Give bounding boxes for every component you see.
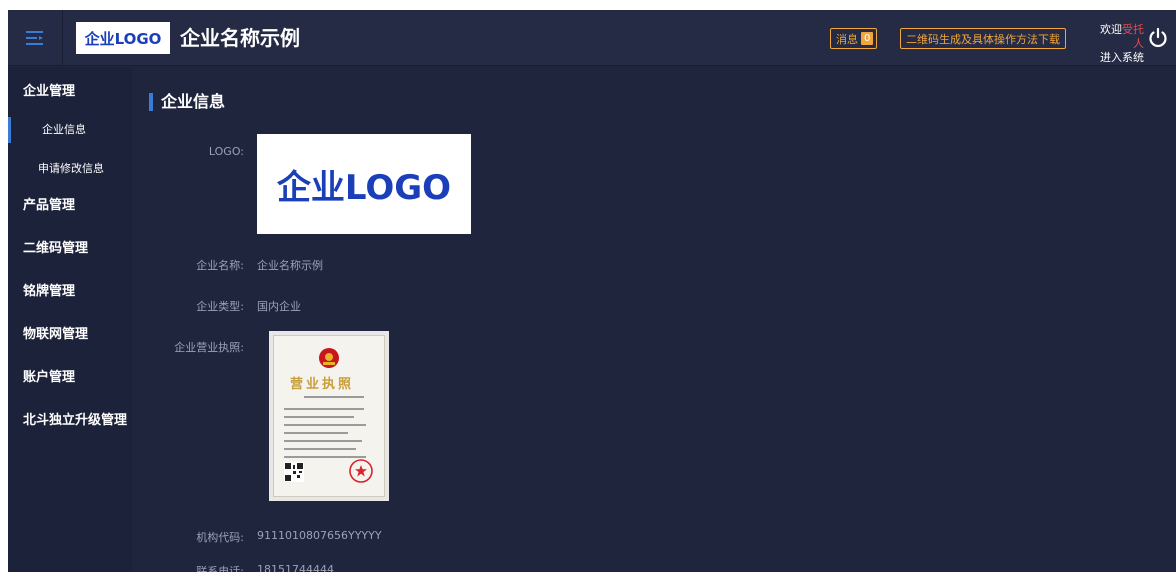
power-icon[interactable] <box>1147 27 1169 49</box>
business-license-image[interactable]: 营业执照 <box>269 331 389 501</box>
page-title: 企业信息 <box>161 92 226 111</box>
company-logo-image: 企业LOGO <box>257 134 471 234</box>
sidebar: 企业管理 企业信息 申请修改信息 产品管理 二维码管理 铭牌管理 物联网管理 账… <box>8 67 132 572</box>
phone-label: 联系电话: <box>196 565 244 572</box>
menu-collapse-icon <box>26 31 43 45</box>
company-type-value: 国内企业 <box>257 300 301 313</box>
section-accent-bar <box>149 93 153 111</box>
sidebar-section-account[interactable]: 账户管理 <box>23 366 75 385</box>
top-header: 企业LOGO 企业名称示例 消息 0 二维码生成及具体操作方法下载 欢迎受托人 … <box>8 10 1176 66</box>
license-document: 营业执照 <box>273 335 385 497</box>
org-code-value: 9111010807656YYYYY <box>257 529 382 542</box>
messages-count-badge: 0 <box>861 32 874 45</box>
sidebar-item-label: 申请修改信息 <box>38 162 104 175</box>
enter-system-link[interactable]: 进入系统 <box>1092 51 1144 65</box>
business-license-label: 企业营业执照: <box>174 341 244 354</box>
welcome-prefix: 欢迎 <box>1100 23 1122 36</box>
messages-button[interactable]: 消息 0 <box>830 28 878 49</box>
official-seal-icon <box>349 459 373 483</box>
company-name-value: 企业名称示例 <box>257 259 323 272</box>
company-type-label: 企业类型: <box>196 300 244 313</box>
welcome-text: 欢迎受托人 进入系统 <box>1092 23 1144 65</box>
header-logo: 企业LOGO <box>76 22 170 54</box>
logo-label: LOGO: <box>208 145 244 158</box>
company-name-label: 企业名称: <box>196 259 244 272</box>
messages-label: 消息 <box>836 32 858 46</box>
national-emblem-icon <box>319 348 339 368</box>
company-name-title: 企业名称示例 <box>180 26 300 50</box>
license-qr-code-icon <box>284 462 304 482</box>
sidebar-section-enterprise[interactable]: 企业管理 <box>23 80 75 99</box>
sidebar-section-nameplate[interactable]: 铭牌管理 <box>23 280 75 299</box>
main-content: 企业信息 LOGO: 企业LOGO 企业名称: 企业名称示例 企业类型: 国内企… <box>132 67 1176 572</box>
app-frame: 企业LOGO 企业名称示例 消息 0 二维码生成及具体操作方法下载 欢迎受托人 … <box>8 10 1176 572</box>
phone-value: 18151744444 <box>257 563 334 572</box>
sidebar-section-beidou-upgrade[interactable]: 北斗独立升级管理 <box>23 409 127 428</box>
qr-guide-download-button[interactable]: 二维码生成及具体操作方法下载 <box>900 28 1066 49</box>
user-name[interactable]: 受托人 <box>1122 23 1144 50</box>
sidebar-section-iot[interactable]: 物联网管理 <box>23 323 88 342</box>
sidebar-section-products[interactable]: 产品管理 <box>23 194 75 213</box>
license-title: 营业执照 <box>290 377 355 392</box>
menu-toggle-button[interactable] <box>8 10 63 66</box>
sidebar-item-apply-modify[interactable]: 申请修改信息 <box>8 156 132 182</box>
sidebar-item-enterprise-info[interactable]: 企业信息 <box>8 117 132 143</box>
sidebar-item-label: 企业信息 <box>42 123 86 136</box>
sidebar-section-qrcode[interactable]: 二维码管理 <box>23 237 88 256</box>
org-code-label: 机构代码: <box>196 531 244 544</box>
